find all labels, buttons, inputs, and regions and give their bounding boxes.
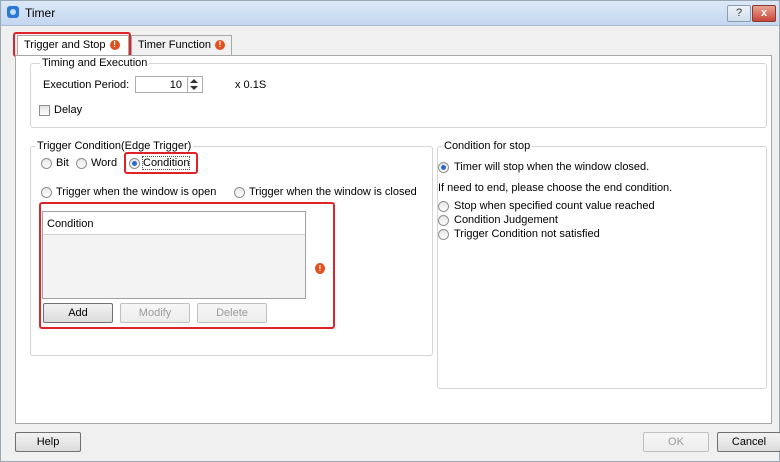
help-title-button[interactable]: ?	[727, 5, 751, 22]
cancel-button[interactable]: Cancel	[717, 432, 780, 452]
stop-group-title: Condition for stop	[442, 140, 533, 152]
stop-trigger-not-satisfied-label: Trigger Condition not satisfied	[454, 228, 600, 240]
period-unit: x 0.1S	[235, 79, 267, 91]
execution-period-label: Execution Period:	[43, 79, 130, 91]
tab-timer-function[interactable]: Timer Function!	[131, 35, 232, 56]
help-button[interactable]: Help	[15, 432, 81, 452]
bit-radio[interactable]	[41, 158, 52, 169]
timing-group-title: Timing and Execution	[40, 57, 150, 69]
word-radio[interactable]	[76, 158, 87, 169]
stop-window-closed-label: Timer will stop when the window closed.	[454, 161, 650, 173]
highlight-box-conditions	[39, 202, 335, 329]
delay-checkbox[interactable]	[39, 105, 50, 116]
close-button[interactable]: x	[752, 5, 776, 22]
delay-label: Delay	[54, 104, 83, 116]
stop-judgement-label: Condition Judgement	[454, 214, 558, 226]
highlight-box-condition	[124, 152, 198, 174]
tab-label: Timer Function	[138, 39, 211, 51]
timing-group	[30, 63, 767, 128]
highlight-box-tab	[13, 32, 131, 57]
period-value: 10	[169, 79, 182, 91]
execution-period-spinner[interactable]: 10	[135, 76, 203, 93]
spin-up-icon[interactable]	[190, 79, 198, 83]
ok-button[interactable]: OK	[643, 432, 709, 452]
stop-hint-text: If need to end, please choose the end co…	[438, 182, 673, 194]
stop-trigger-not-satisfied-radio[interactable]	[438, 229, 449, 240]
stop-count-radio[interactable]	[438, 201, 449, 212]
stop-count-label: Stop when specified count value reached	[454, 200, 655, 212]
word-label: Word	[91, 157, 118, 169]
trigger-closed-label: Trigger when the window is closed	[249, 186, 417, 198]
stop-window-closed-radio[interactable]	[438, 162, 449, 173]
trigger-group-title: Trigger Condition(Edge Trigger)	[35, 140, 194, 152]
trigger-open-label: Trigger when the window is open	[56, 186, 217, 198]
stop-judgement-radio[interactable]	[438, 215, 449, 226]
bit-label: Bit	[56, 157, 69, 169]
app-icon	[7, 6, 19, 18]
trigger-closed-radio[interactable]	[234, 187, 245, 198]
timer-dialog: Timer ? x Trigger and Stop! Timer Functi…	[0, 0, 780, 462]
spin-down-icon[interactable]	[190, 86, 198, 90]
spin-buttons[interactable]	[187, 77, 201, 92]
window-title: Timer	[25, 6, 56, 20]
warning-icon: !	[214, 40, 225, 51]
trigger-open-radio[interactable]	[41, 187, 52, 198]
title-bar[interactable]: Timer ? x	[1, 1, 779, 26]
